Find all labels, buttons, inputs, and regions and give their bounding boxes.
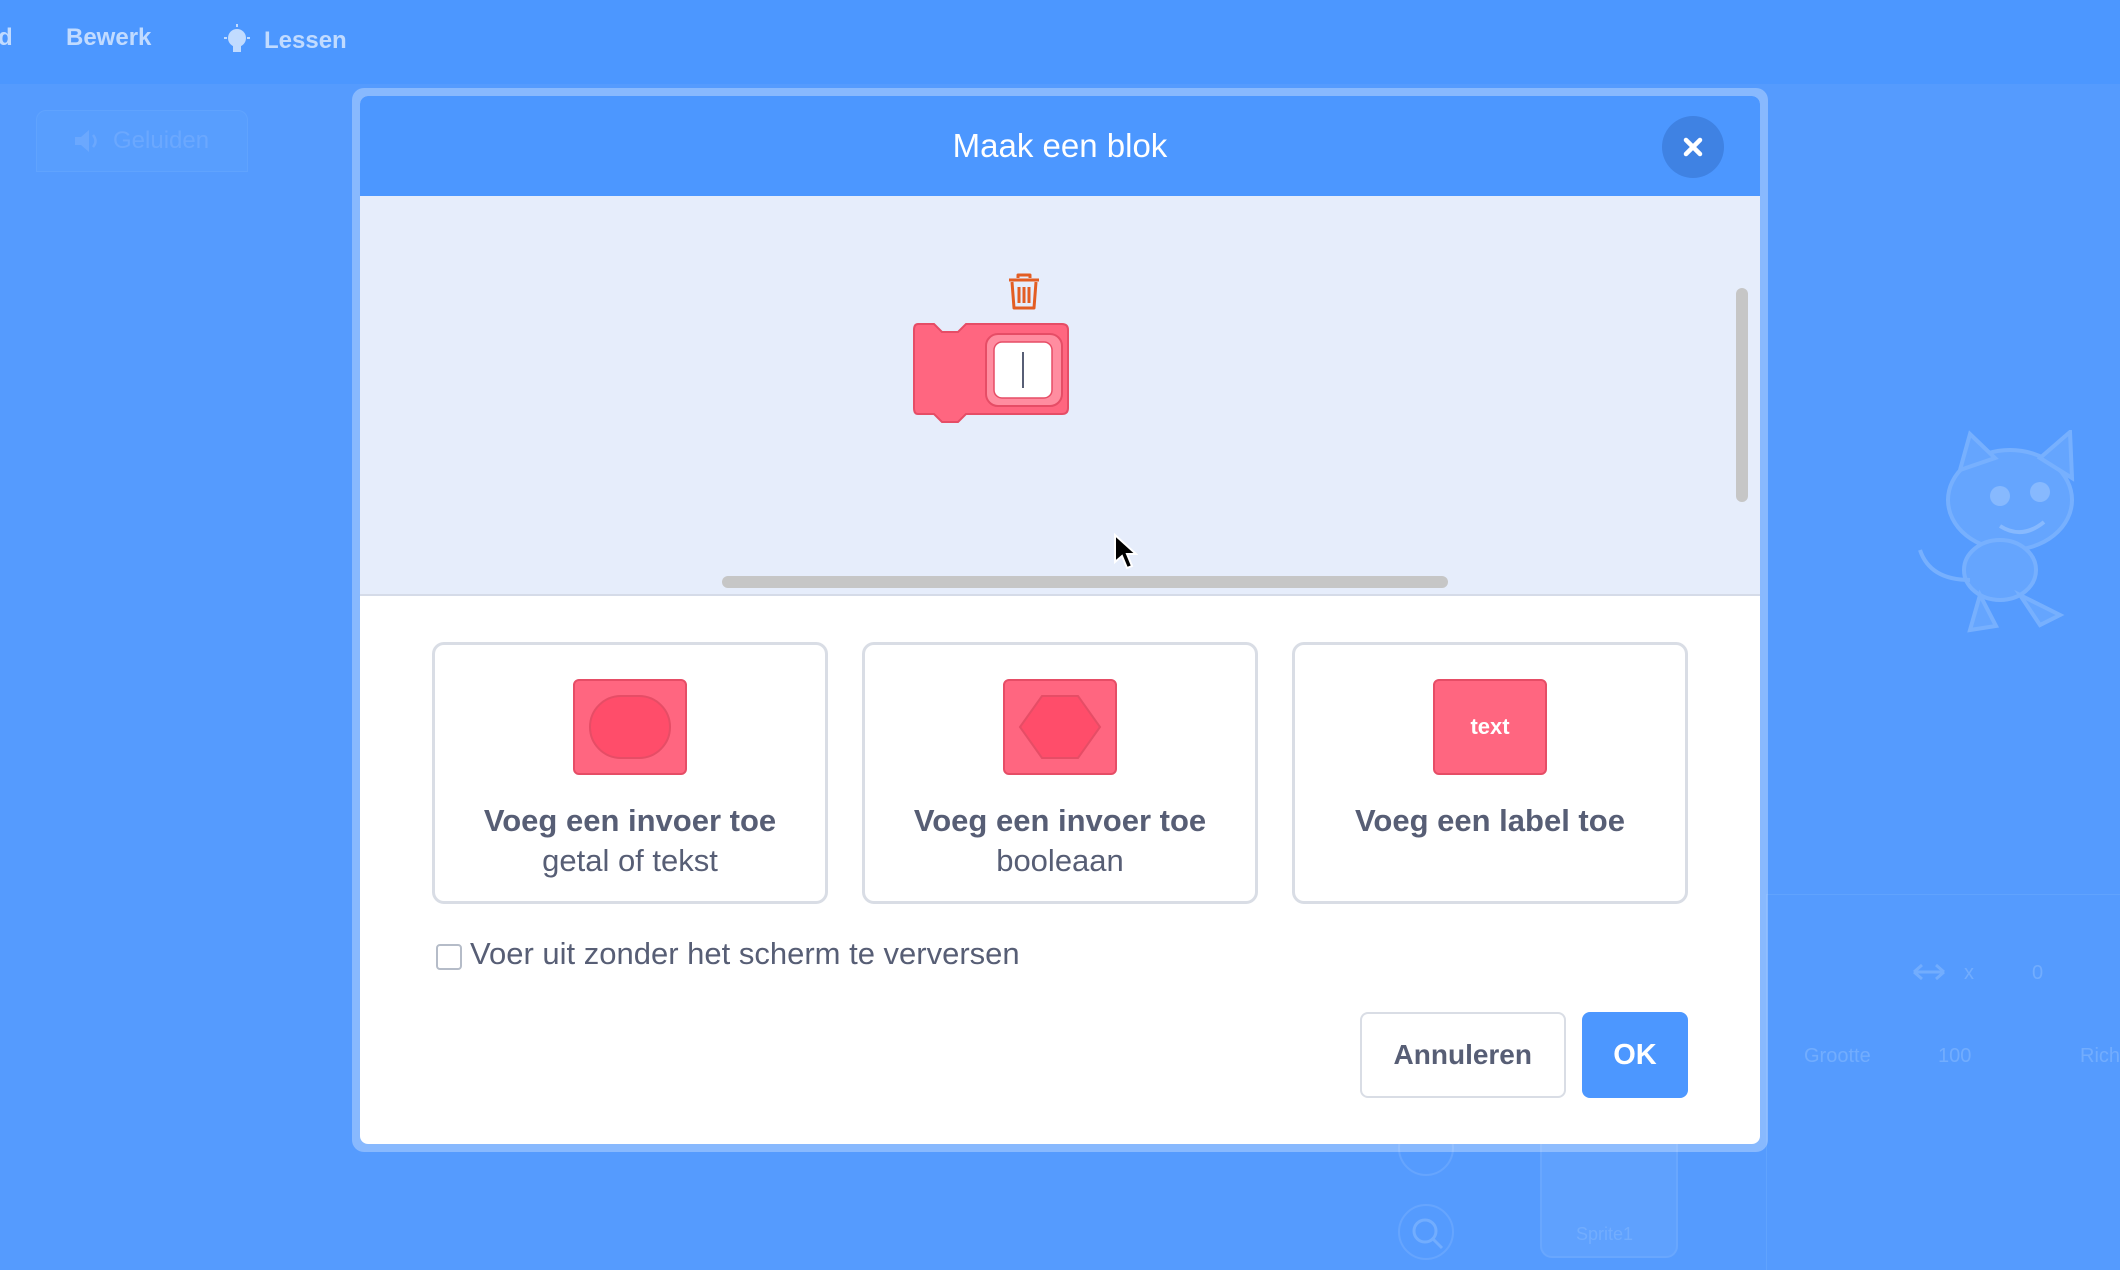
make-block-dialog: Maak een blok Voeg een invoer toe getal …: [360, 96, 1760, 1144]
run-without-refresh-row[interactable]: Voer uit zonder het scherm te verversen: [436, 936, 1020, 972]
option-subtitle: getal of tekst: [542, 843, 718, 878]
option-icon-wrapper: [573, 679, 687, 775]
vertical-scrollbar[interactable]: [1736, 288, 1748, 502]
run-without-refresh-label[interactable]: Voer uit zonder het scherm te verversen: [470, 936, 1020, 972]
option-title: Voeg een invoer toe: [483, 803, 777, 838]
dialog-buttons: Annuleren OK: [1359, 1012, 1688, 1098]
trash-icon[interactable]: [1006, 272, 1042, 312]
option-title: Voeg een invoer toe: [913, 803, 1207, 838]
ok-button[interactable]: OK: [1582, 1012, 1688, 1098]
option-subtitle: booleaan: [996, 843, 1124, 878]
dialog-title: Maak een blok: [952, 127, 1168, 164]
run-without-refresh-checkbox[interactable]: [436, 944, 462, 970]
close-button[interactable]: [1662, 116, 1724, 178]
option-icon-wrapper: [1003, 679, 1117, 775]
horizontal-scrollbar[interactable]: [722, 576, 1448, 588]
input-options: Voeg een invoer toe getal of tekst Voeg …: [432, 642, 1688, 904]
mouse-cursor-icon: [1114, 532, 1138, 570]
hexagon-input-icon: [1018, 695, 1102, 759]
option-title: Voeg een label toe: [1355, 803, 1625, 838]
dialog-header: Maak een blok: [360, 96, 1760, 196]
round-input-icon: [589, 695, 671, 759]
add-label-button[interactable]: text Voeg een label toe: [1292, 642, 1688, 904]
label-icon-text: text: [1470, 714, 1510, 739]
label-text-icon: text: [1433, 679, 1547, 775]
close-icon: [1683, 137, 1703, 157]
add-number-text-input-button[interactable]: Voeg een invoer toe getal of tekst: [432, 642, 828, 904]
add-boolean-input-button[interactable]: Voeg een invoer toe booleaan: [862, 642, 1258, 904]
block-preview-area: [360, 196, 1760, 596]
custom-block-preview[interactable]: [912, 322, 1072, 428]
cancel-button[interactable]: Annuleren: [1359, 1012, 1566, 1098]
